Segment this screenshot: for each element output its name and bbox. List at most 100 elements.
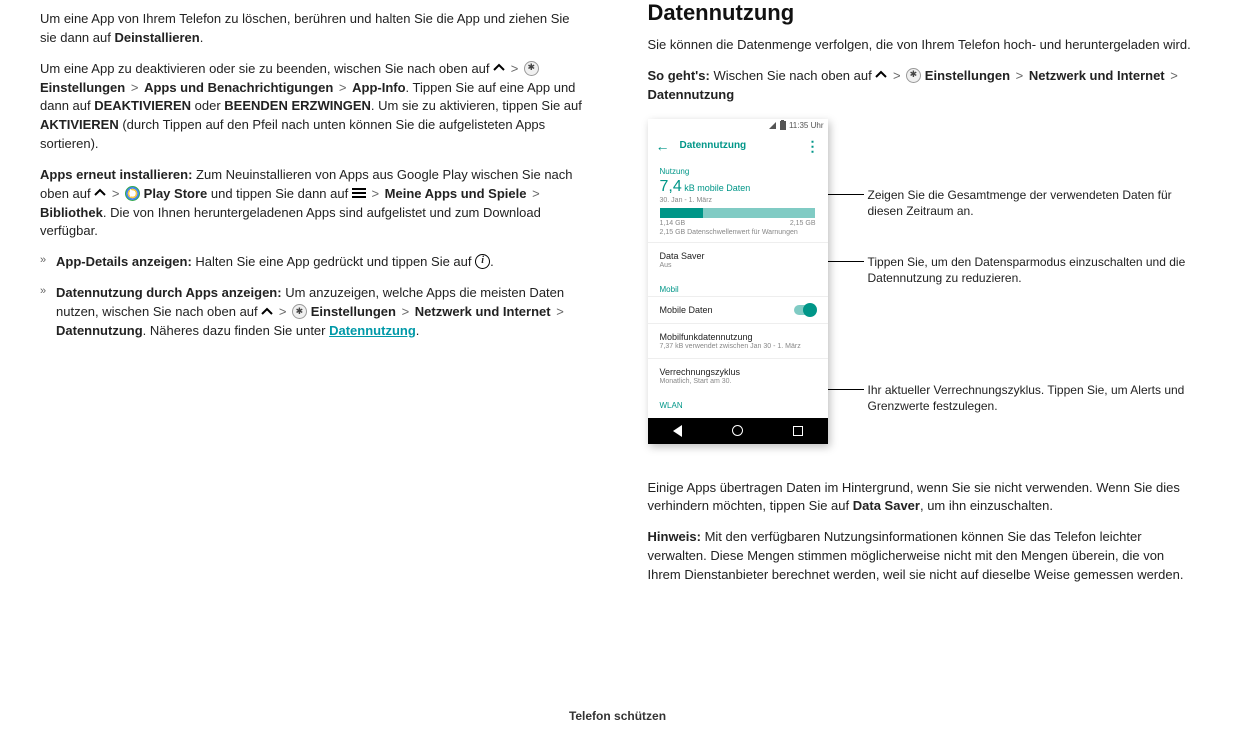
- chevron-up-icon: [493, 62, 505, 74]
- intro-text: Sie können die Datenmenge verfolgen, die…: [648, 36, 1196, 55]
- sep: >: [106, 186, 125, 201]
- limit-high: 2,15 GB: [790, 220, 816, 227]
- page-footer: Telefon schützen: [0, 709, 1235, 723]
- sep: >: [396, 304, 415, 319]
- apps-label: Apps und Benachrichtigungen: [144, 80, 333, 95]
- network-label: Netzwerk und Internet: [1029, 68, 1165, 83]
- datausage-link[interactable]: Datennutzung: [329, 323, 416, 338]
- para-reinstall: Apps erneut installieren: Zum Neuinstall…: [40, 166, 588, 241]
- so-label: So geht's:: [648, 68, 710, 83]
- para-uninstall: Um eine App von Ihrem Telefon zu löschen…: [40, 10, 588, 48]
- usage-range: 30. Jan - 1. März: [660, 197, 816, 204]
- usage-bar-used: [660, 208, 704, 218]
- text: , um ihn einzuschalten.: [920, 498, 1053, 513]
- note-label: Hinweis:: [648, 529, 701, 544]
- so-gehts: So geht's: Wischen Sie nach oben auf > E…: [648, 67, 1196, 105]
- nav-recent-icon[interactable]: [793, 426, 803, 436]
- usage-unit: kB mobile Daten: [684, 183, 750, 193]
- usage-bar-remaining: [703, 208, 815, 218]
- phone-illustration: 11:35 Uhr ← Datennutzung ⋮ Nutzung 7,4 k…: [648, 119, 1196, 459]
- data-saver-title: Data Saver: [660, 251, 816, 261]
- mobile-data-switch[interactable]: [794, 305, 816, 315]
- sep: >: [1010, 68, 1029, 83]
- para-background: Einige Apps übertragen Daten im Hintergr…: [648, 479, 1196, 517]
- chevron-up-icon: [94, 187, 106, 199]
- android-navbar: [648, 418, 828, 444]
- callouts: Zeigen Sie die Gesamtmenge der verwendet…: [828, 119, 1196, 459]
- sep: >: [333, 80, 352, 95]
- nav-home-icon[interactable]: [732, 425, 743, 436]
- text: und tippen Sie dann auf: [207, 186, 352, 201]
- callout-text: Ihr aktueller Verrechnungszyklus. Tippen…: [868, 383, 1185, 413]
- myapps-label: Meine Apps und Spiele: [385, 186, 527, 201]
- mobile-usage-title: Mobilfunkdatennutzung: [660, 332, 816, 342]
- note-text: Mit den verfügbaren Nutzungsinformatione…: [648, 529, 1184, 582]
- signal-icon: [769, 122, 776, 129]
- text: Wischen Sie nach oben auf: [710, 68, 876, 83]
- settings-label: Einstellungen: [311, 304, 396, 319]
- row-mobile-usage[interactable]: Mobilfunkdatennutzung 7,37 kB verwendet …: [648, 323, 828, 358]
- app-bar: ← Datennutzung ⋮: [648, 133, 828, 159]
- sep: >: [273, 304, 292, 319]
- bullet-label: Datennutzung durch Apps anzeigen:: [56, 285, 282, 300]
- menu-icon: [352, 186, 366, 200]
- section-wlan: WLAN: [648, 393, 828, 418]
- limit-low: 1,14 GB: [660, 220, 686, 227]
- row-mobile-data[interactable]: Mobile Daten: [648, 296, 828, 323]
- nav-back-icon[interactable]: [673, 425, 682, 437]
- force-stop-label: BEENDEN ERZWINGEN: [224, 98, 371, 113]
- sep: >: [366, 186, 385, 201]
- bullet-marker: »: [40, 253, 50, 272]
- text: .: [200, 30, 204, 45]
- phone-mock: 11:35 Uhr ← Datennutzung ⋮ Nutzung 7,4 k…: [648, 119, 828, 444]
- bullet-marker: »: [40, 284, 50, 341]
- bullet-data-usage: » Datennutzung durch Apps anzeigen: Um a…: [40, 284, 588, 341]
- callout-line: [828, 389, 864, 390]
- callout-billing: Ihr aktueller Verrechnungszyklus. Tippen…: [868, 382, 1196, 414]
- battery-icon: [780, 121, 786, 130]
- callout-text: Zeigen Sie die Gesamtmenge der verwendet…: [868, 188, 1172, 218]
- usage-block: 7,4 kB mobile Daten 30. Jan - 1. März 1,…: [648, 178, 828, 242]
- callout-line: [828, 194, 864, 195]
- section-usage: Nutzung: [648, 159, 828, 178]
- network-label: Netzwerk und Internet: [415, 304, 551, 319]
- appinfo-label: App-Info: [352, 80, 405, 95]
- text: Um eine App zu deaktivieren oder sie zu …: [40, 61, 493, 76]
- sep: >: [1165, 68, 1180, 83]
- data-saver-sub: Aus: [660, 262, 816, 269]
- sep: >: [125, 80, 144, 95]
- datausage-label: Datennutzung: [648, 87, 735, 102]
- app-title: Datennutzung: [680, 140, 747, 151]
- callout-line: [828, 261, 864, 262]
- text: oder: [191, 98, 224, 113]
- play-store-icon: [125, 186, 140, 201]
- section-mobil: Mobil: [648, 277, 828, 296]
- row-data-saver[interactable]: Data Saver Aus: [648, 242, 828, 277]
- bullet-label: App-Details anzeigen:: [56, 254, 192, 269]
- sep: >: [551, 304, 566, 319]
- heading-datausage: Datennutzung: [648, 0, 1196, 26]
- chevron-up-icon: [875, 69, 887, 81]
- playstore-label: Play Store: [144, 186, 208, 201]
- sep: >: [526, 186, 541, 201]
- back-icon[interactable]: ←: [656, 138, 670, 154]
- usage-threshold-note: 2,15 GB Datenschwellenwert für Warnungen: [660, 229, 816, 236]
- billing-sub: Monatlich, Start am 30.: [660, 378, 816, 385]
- text: . Die von Ihnen heruntergeladenen Apps s…: [40, 205, 541, 239]
- para-note: Hinweis: Mit den verfügbaren Nutzungsinf…: [648, 528, 1196, 585]
- datausage-label: Datennutzung: [56, 323, 143, 338]
- status-bar: 11:35 Uhr: [648, 119, 828, 133]
- library-label: Bibliothek: [40, 205, 103, 220]
- gear-icon: [292, 304, 307, 319]
- right-column: Datennutzung Sie können die Datenmenge v…: [648, 0, 1196, 597]
- more-icon[interactable]: ⋮: [806, 143, 820, 149]
- settings-label: Einstellungen: [40, 80, 125, 95]
- gear-icon: [906, 68, 921, 83]
- para-deactivate: Um eine App zu deaktivieren oder sie zu …: [40, 60, 588, 154]
- row-billing-cycle[interactable]: Verrechnungszyklus Monatlich, Start am 3…: [648, 358, 828, 393]
- usage-bar: [660, 208, 816, 218]
- uninstall-label: Deinstallieren: [114, 30, 199, 45]
- sep: >: [887, 68, 906, 83]
- usage-value: 7,4: [660, 178, 682, 195]
- callout-text: Tippen Sie, um den Datensparmodus einzus…: [868, 255, 1186, 285]
